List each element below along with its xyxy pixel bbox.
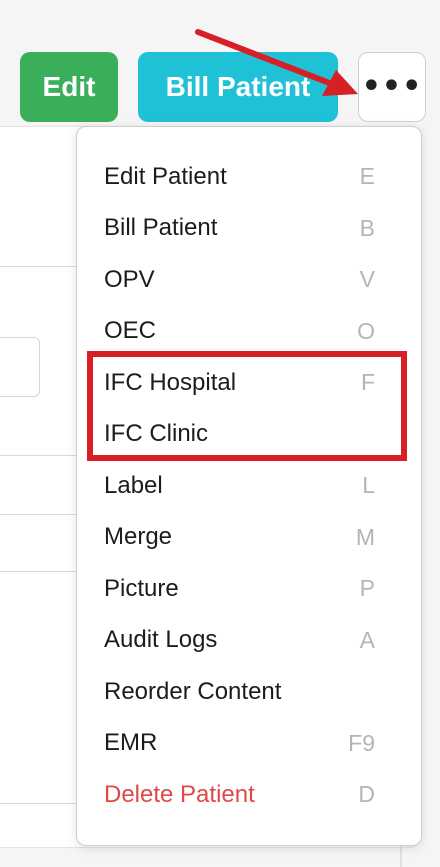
menu-item-shortcut: B <box>359 214 375 241</box>
menu-item-label: IFC Clinic <box>104 420 209 448</box>
menu-item-ifc-clinic[interactable]: IFC Clinic <box>77 409 421 461</box>
menu-item-label: OEC <box>104 317 157 345</box>
menu-item-shortcut: F9 <box>348 729 375 756</box>
background-input[interactable] <box>0 337 40 397</box>
menu-item-label: Edit Patient <box>104 162 227 190</box>
menu-item-delete-patient[interactable]: Delete Patient D <box>77 769 421 821</box>
bill-patient-button[interactable]: Bill Patient <box>138 52 338 122</box>
menu-item-shortcut: L <box>362 472 375 499</box>
menu-item-audit-logs[interactable]: Audit Logs A <box>77 615 421 667</box>
menu-item-shortcut: A <box>359 626 375 653</box>
menu-item-label-text: Label <box>104 471 163 499</box>
edit-button[interactable]: Edit <box>20 52 118 122</box>
menu-item-label: EMR <box>104 729 158 757</box>
menu-item-bill-patient[interactable]: Bill Patient B <box>77 203 421 255</box>
menu-item-shortcut: D <box>358 781 375 808</box>
menu-item-shortcut: P <box>359 575 375 602</box>
more-dots-icon: ••• <box>361 69 423 104</box>
screenshot-stage: Edit Bill Patient ••• Edit Patient E Bil… <box>0 0 440 867</box>
menu-item-ifc-hospital[interactable]: IFC Hospital F <box>77 357 421 409</box>
menu-item-label: Merge <box>104 523 173 551</box>
menu-item-edit-patient[interactable]: Edit Patient E <box>77 151 421 203</box>
menu-item-emr[interactable]: EMR F9 <box>77 718 421 770</box>
menu-item-label[interactable]: Label L <box>77 460 421 512</box>
menu-item-shortcut: O <box>357 317 375 344</box>
menu-item-reorder-content[interactable]: Reorder Content <box>77 666 421 718</box>
menu-item-shortcut: M <box>355 523 375 550</box>
menu-item-picture[interactable]: Picture P <box>77 563 421 615</box>
menu-item-opv[interactable]: OPV V <box>77 254 421 306</box>
menu-item-label: Reorder Content <box>104 677 282 705</box>
menu-item-shortcut: F <box>360 369 375 396</box>
menu-item-label: IFC Hospital <box>104 368 237 396</box>
menu-item-shortcut: V <box>359 266 375 293</box>
menu-item-label: Bill Patient <box>104 214 218 242</box>
menu-item-label: OPV <box>104 265 155 293</box>
menu-item-label: Delete Patient <box>104 780 255 808</box>
menu-item-shortcut: E <box>359 163 375 190</box>
actions-dropdown-menu: Edit Patient E Bill Patient B OPV V OEC … <box>76 126 422 846</box>
menu-item-merge[interactable]: Merge M <box>77 512 421 564</box>
menu-item-label: Picture <box>104 574 179 602</box>
menu-item-label: Audit Logs <box>104 626 218 654</box>
more-actions-button[interactable]: ••• <box>358 52 426 122</box>
menu-item-oec[interactable]: OEC O <box>77 306 421 358</box>
